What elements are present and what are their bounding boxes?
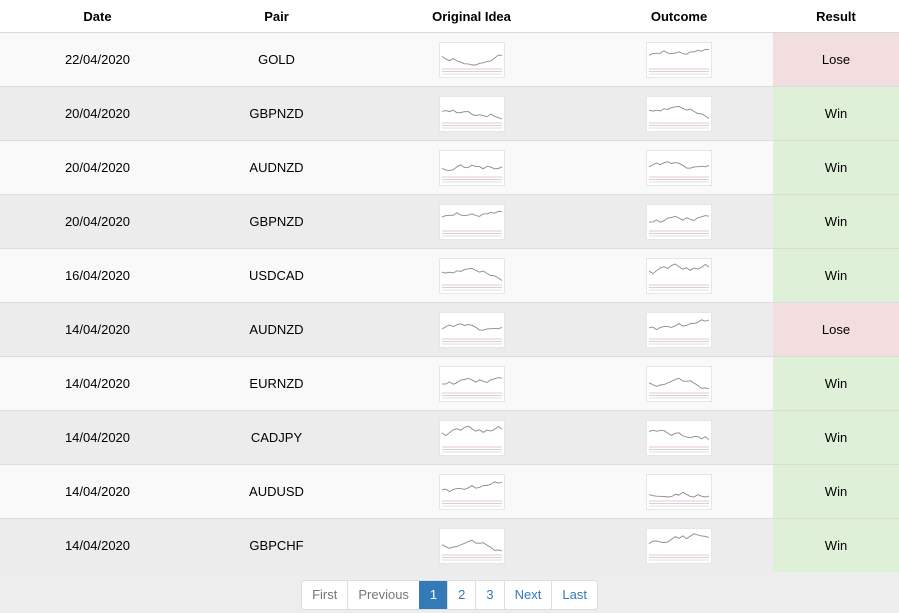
cell-pair: EURNZD	[195, 356, 358, 411]
pagination-previous[interactable]: Previous	[347, 581, 419, 609]
original-idea-chart-thumbnail-icon[interactable]	[438, 203, 505, 240]
outcome-chart-thumbnail-icon[interactable]	[646, 257, 712, 294]
outcome-chart-thumbnail-icon[interactable]	[646, 95, 712, 132]
outcome-chart-thumbnail-icon[interactable]	[646, 365, 712, 402]
pagination-last[interactable]: Last	[551, 581, 597, 609]
cell-outcome	[585, 518, 773, 572]
cell-result: Win	[773, 518, 899, 572]
pagination-container: First Previous 1 2 3 Next Last	[0, 580, 899, 610]
pagination-next[interactable]: Next	[503, 581, 552, 609]
pagination-page-2[interactable]: 2	[447, 581, 476, 609]
cell-original-idea	[358, 248, 585, 303]
original-idea-chart-thumbnail-icon[interactable]	[438, 311, 505, 348]
cell-pair: AUDUSD	[195, 464, 358, 519]
cell-pair: GBPCHF	[195, 518, 358, 572]
cell-result: Win	[773, 464, 899, 519]
table-row: 22/04/2020 GOLD Lose	[0, 32, 899, 87]
cell-pair: GOLD	[195, 32, 358, 87]
cell-outcome	[585, 32, 773, 87]
trade-results-page: Date Pair Original Idea Outcome Result 2…	[0, 0, 899, 613]
cell-original-idea	[358, 302, 585, 357]
original-idea-chart-thumbnail-icon[interactable]	[438, 149, 505, 186]
cell-result: Lose	[773, 302, 899, 357]
table-row: 16/04/2020 USDCAD Win	[0, 248, 899, 303]
original-idea-chart-thumbnail-icon[interactable]	[438, 419, 505, 456]
cell-pair: CADJPY	[195, 410, 358, 465]
table-row: 20/04/2020 AUDNZD Win	[0, 140, 899, 195]
cell-outcome	[585, 302, 773, 357]
header-outcome[interactable]: Outcome	[585, 0, 773, 33]
original-idea-chart-thumbnail-icon[interactable]	[438, 365, 505, 402]
header-pair[interactable]: Pair	[195, 0, 358, 33]
table-row: 14/04/2020 AUDUSD Win	[0, 464, 899, 519]
cell-outcome	[585, 356, 773, 411]
outcome-chart-thumbnail-icon[interactable]	[646, 527, 712, 564]
cell-result: Win	[773, 356, 899, 411]
cell-outcome	[585, 410, 773, 465]
cell-outcome	[585, 86, 773, 141]
header-result[interactable]: Result	[773, 0, 899, 33]
cell-date: 22/04/2020	[0, 32, 195, 87]
cell-result: Win	[773, 86, 899, 141]
original-idea-chart-thumbnail-icon[interactable]	[438, 473, 505, 510]
cell-date: 20/04/2020	[0, 194, 195, 249]
pagination: First Previous 1 2 3 Next Last	[301, 580, 598, 610]
table-row: 14/04/2020 CADJPY Win	[0, 410, 899, 465]
cell-pair: AUDNZD	[195, 302, 358, 357]
cell-original-idea	[358, 140, 585, 195]
cell-date: 20/04/2020	[0, 86, 195, 141]
original-idea-chart-thumbnail-icon[interactable]	[438, 95, 505, 132]
outcome-chart-thumbnail-icon[interactable]	[646, 149, 712, 186]
trade-results-table: Date Pair Original Idea Outcome Result 2…	[0, 0, 899, 572]
cell-date: 14/04/2020	[0, 356, 195, 411]
cell-date: 14/04/2020	[0, 302, 195, 357]
cell-original-idea	[358, 32, 585, 87]
cell-date: 16/04/2020	[0, 248, 195, 303]
cell-outcome	[585, 464, 773, 519]
cell-pair: GBPNZD	[195, 86, 358, 141]
original-idea-chart-thumbnail-icon[interactable]	[438, 41, 505, 78]
cell-original-idea	[358, 194, 585, 249]
cell-original-idea	[358, 410, 585, 465]
table-body: 22/04/2020 GOLD Lose 20/04/2020 GBPNZD Win 20/…	[0, 32, 899, 572]
outcome-chart-thumbnail-icon[interactable]	[646, 473, 712, 510]
cell-original-idea	[358, 464, 585, 519]
outcome-chart-thumbnail-icon[interactable]	[646, 311, 712, 348]
cell-result: Win	[773, 194, 899, 249]
pagination-page-1[interactable]: 1	[418, 581, 448, 609]
table-row: 20/04/2020 GBPNZD Win	[0, 194, 899, 249]
cell-original-idea	[358, 86, 585, 141]
cell-date: 14/04/2020	[0, 464, 195, 519]
cell-result: Win	[773, 248, 899, 303]
table-row: 20/04/2020 GBPNZD Win	[0, 86, 899, 141]
table-row: 14/04/2020 EURNZD Win	[0, 356, 899, 411]
cell-result: Win	[773, 410, 899, 465]
table-row: 14/04/2020 AUDNZD Lose	[0, 302, 899, 357]
cell-original-idea	[358, 356, 585, 411]
cell-result: Lose	[773, 32, 899, 87]
pagination-first[interactable]: First	[302, 581, 348, 609]
cell-date: 20/04/2020	[0, 140, 195, 195]
cell-outcome	[585, 140, 773, 195]
cell-pair: USDCAD	[195, 248, 358, 303]
cell-pair: AUDNZD	[195, 140, 358, 195]
cell-original-idea	[358, 518, 585, 572]
pagination-page-3[interactable]: 3	[475, 581, 504, 609]
cell-result: Win	[773, 140, 899, 195]
outcome-chart-thumbnail-icon[interactable]	[646, 41, 712, 78]
header-original-idea[interactable]: Original Idea	[358, 0, 585, 33]
original-idea-chart-thumbnail-icon[interactable]	[438, 527, 505, 564]
table-header-row: Date Pair Original Idea Outcome Result	[0, 0, 899, 33]
header-date[interactable]: Date	[0, 0, 195, 33]
cell-outcome	[585, 248, 773, 303]
outcome-chart-thumbnail-icon[interactable]	[646, 419, 712, 456]
original-idea-chart-thumbnail-icon[interactable]	[438, 257, 505, 294]
cell-date: 14/04/2020	[0, 410, 195, 465]
cell-outcome	[585, 194, 773, 249]
cell-date: 14/04/2020	[0, 518, 195, 572]
outcome-chart-thumbnail-icon[interactable]	[646, 203, 712, 240]
table-row: 14/04/2020 GBPCHF Win	[0, 518, 899, 572]
cell-pair: GBPNZD	[195, 194, 358, 249]
